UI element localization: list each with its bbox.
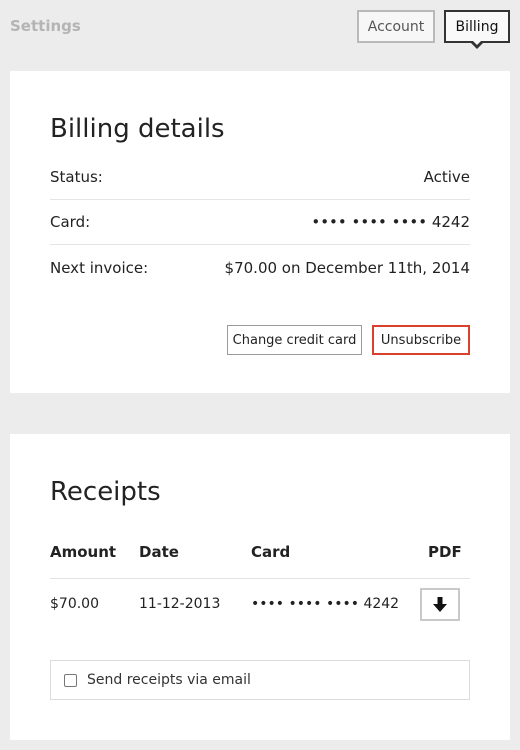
page-title: Settings	[10, 17, 81, 35]
tab-billing[interactable]: Billing	[444, 10, 510, 49]
tab-account[interactable]: Account	[357, 10, 435, 43]
status-label: Status:	[50, 168, 103, 186]
table-header-divider	[50, 578, 470, 579]
download-arrow-icon	[433, 596, 447, 612]
card-row: Card: •••• •••• •••• 4242	[50, 200, 470, 245]
email-receipts-label: Send receipts via email	[87, 672, 251, 688]
next-invoice-value: $70.00 on December 11th, 2014	[224, 258, 470, 277]
receipts-card: Receipts Amount Date Card PDF $70.00 11-…	[10, 434, 510, 740]
receipts-title: Receipts	[50, 477, 161, 507]
card-label: Card:	[50, 213, 91, 231]
tab-billing-label: Billing	[455, 18, 499, 35]
active-tab-caret-icon	[470, 40, 484, 49]
card-value: •••• •••• •••• 4242	[311, 213, 470, 231]
status-row: Status: Active	[50, 155, 470, 200]
receipt-amount: $70.00	[50, 596, 99, 612]
email-receipts-option[interactable]: Send receipts via email	[50, 660, 470, 700]
status-value: Active	[423, 168, 470, 186]
next-invoice-row: Next invoice: $70.00 on December 11th, 2…	[50, 245, 470, 290]
billing-details-card: Billing details Status: Active Card: •••…	[10, 71, 510, 393]
next-invoice-label: Next invoice:	[50, 258, 149, 277]
column-header-amount: Amount	[50, 543, 117, 561]
top-bar: Settings Account Billing	[0, 0, 520, 54]
column-header-pdf: PDF	[428, 543, 462, 561]
change-credit-card-button[interactable]: Change credit card	[227, 325, 362, 355]
receipt-card: •••• •••• •••• 4242	[251, 596, 400, 612]
column-header-card: Card	[251, 543, 291, 561]
download-pdf-button[interactable]	[420, 588, 460, 621]
column-header-date: Date	[139, 543, 179, 561]
receipt-date: 11-12-2013	[139, 596, 221, 612]
email-receipts-checkbox[interactable]	[64, 673, 77, 687]
unsubscribe-button[interactable]: Unsubscribe	[372, 325, 470, 355]
billing-details-title: Billing details	[50, 114, 225, 144]
